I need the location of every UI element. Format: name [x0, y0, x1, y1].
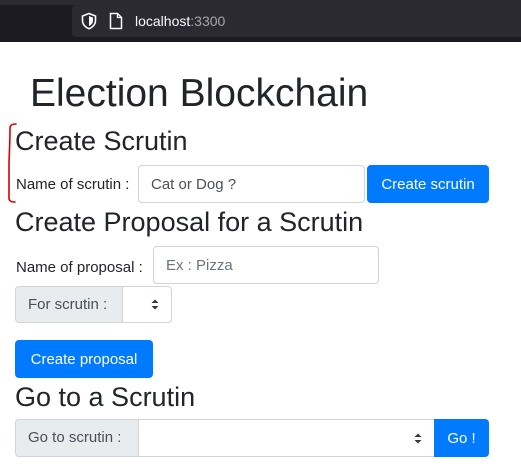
page-title: Election Blockchain: [30, 72, 369, 115]
create-proposal-button[interactable]: Create proposal: [15, 340, 153, 378]
url-host: localhost: [135, 13, 191, 29]
proposal-name-label: Name of proposal :: [16, 259, 143, 276]
go-to-scrutin-label: Go to scrutin :: [15, 419, 139, 457]
scrutin-name-label: Name of scrutin :: [16, 176, 130, 193]
go-to-scrutin-label-text: Go to scrutin :: [28, 429, 122, 446]
create-proposal-heading: Create Proposal for a Scrutin: [15, 207, 364, 237]
url-text[interactable]: localhost:3300: [135, 13, 225, 29]
go-button[interactable]: Go !: [434, 419, 489, 457]
go-to-scrutin-heading: Go to a Scrutin: [15, 382, 196, 412]
proposal-name-input[interactable]: [153, 246, 379, 284]
create-scrutin-button[interactable]: Create scrutin: [367, 165, 489, 203]
select-caret-icon: [151, 299, 159, 310]
for-scrutin-select[interactable]: [122, 286, 172, 323]
shield-icon[interactable]: [80, 12, 98, 30]
for-scrutin-label-text: For scrutin :: [28, 295, 108, 313]
create-scrutin-heading: Create Scrutin: [15, 126, 188, 156]
scrutin-name-input[interactable]: [138, 165, 365, 203]
go-to-scrutin-select[interactable]: [138, 419, 435, 457]
page-icon[interactable]: [109, 12, 123, 30]
for-scrutin-label: For scrutin :: [15, 286, 123, 323]
url-port: :3300: [190, 13, 226, 29]
select-caret-icon: [414, 433, 422, 444]
